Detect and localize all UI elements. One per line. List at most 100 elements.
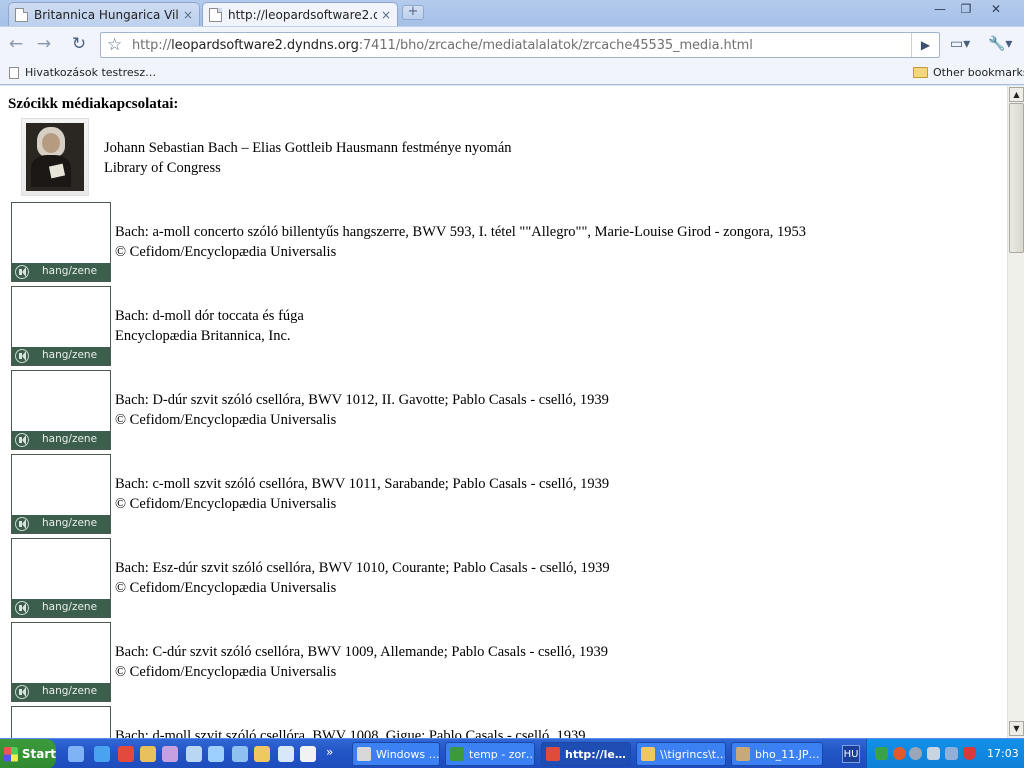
star-icon[interactable]: ☆ bbox=[107, 35, 122, 55]
speaker-icon bbox=[15, 349, 29, 363]
task-temp[interactable]: temp - zor… bbox=[445, 742, 535, 766]
vertical-scrollbar[interactable]: ▲ ▼ bbox=[1007, 86, 1024, 738]
windows-flag-icon bbox=[4, 746, 18, 762]
ie-icon[interactable] bbox=[94, 746, 110, 762]
task-image[interactable]: bho_11.JP… bbox=[731, 742, 823, 766]
speaker-icon bbox=[15, 265, 29, 279]
tray-icon[interactable] bbox=[909, 747, 922, 760]
audio-thumbnail[interactable]: hang/zene bbox=[11, 454, 111, 534]
media-row: hang/zene Bach: C-dúr szvit szóló cselló… bbox=[11, 622, 991, 702]
browser-toolbar: ← → ↻ ☆ http://leopardsoftware2.dyndns.o… bbox=[0, 26, 1024, 62]
media-row: hang/zene Bach: d-moll dór toccata és fú… bbox=[11, 286, 991, 366]
tray-icon[interactable] bbox=[875, 747, 888, 760]
media-title: Bach: c-moll szvit szóló csellóra, BWV 1… bbox=[115, 476, 610, 492]
bookmarks-bar: Hivatkozások testresz… Other bookmarks bbox=[0, 62, 1024, 85]
media-title: Bach: C-dúr szvit szóló csellóra, BWV 10… bbox=[115, 644, 609, 660]
media-source: Encyclopædia Britannica, Inc. bbox=[115, 328, 291, 344]
page-content: Szócikk médiakapcsolatai: Johann Sebasti… bbox=[0, 86, 1007, 738]
media-row: hang/zene Bach: Esz-dúr szvit szóló csel… bbox=[11, 538, 991, 618]
new-tab-button[interactable]: + bbox=[402, 5, 424, 20]
quicklaunch-icon[interactable] bbox=[162, 746, 178, 762]
chrome-icon[interactable] bbox=[118, 746, 134, 762]
tab-title: Britannica Hungarica Világe… bbox=[34, 7, 179, 22]
scroll-up-icon[interactable]: ▲ bbox=[1009, 87, 1024, 102]
media-caption: Johann Sebastian Bach – Elias Gottleib H… bbox=[104, 138, 512, 178]
chevron-right-icon[interactable]: » bbox=[326, 745, 342, 761]
quicklaunch-icon[interactable] bbox=[278, 746, 294, 762]
restore-button[interactable]: ❐ bbox=[953, 1, 979, 18]
other-bookmarks[interactable]: Other bookmarks bbox=[913, 66, 1024, 79]
page-menu-icon[interactable]: ▭▾ bbox=[950, 36, 970, 52]
media-title: Bach: D-dúr szvit szóló csellóra, BWV 10… bbox=[115, 392, 609, 408]
go-icon[interactable]: ▶ bbox=[911, 33, 939, 57]
media-source: © Cefidom/Encyclopædia Universalis bbox=[115, 496, 337, 512]
quicklaunch-icon[interactable] bbox=[186, 746, 202, 762]
page-icon bbox=[209, 8, 222, 22]
tray-icon[interactable] bbox=[893, 747, 906, 760]
audio-thumbnail[interactable]: hang/zene bbox=[11, 286, 111, 366]
back-button[interactable]: ← bbox=[4, 33, 28, 57]
task-chrome[interactable]: http://le… bbox=[541, 742, 631, 766]
quicklaunch-icon[interactable] bbox=[208, 746, 224, 762]
quicklaunch-icon[interactable] bbox=[68, 746, 84, 762]
audio-thumbnail[interactable]: hang/zene bbox=[11, 706, 111, 738]
close-icon[interactable]: × bbox=[183, 8, 193, 22]
address-bar[interactable]: ☆ http://leopardsoftware2.dyndns.org:741… bbox=[100, 32, 940, 58]
explorer-icon[interactable] bbox=[140, 746, 156, 762]
media-row: hang/zene Bach: d-moll szvit szóló csell… bbox=[11, 706, 991, 738]
speaker-icon bbox=[15, 433, 29, 447]
media-source: © Cefidom/Encyclopædia Universalis bbox=[115, 580, 337, 596]
page-icon bbox=[9, 66, 19, 79]
speaker-icon bbox=[15, 517, 29, 531]
tray-icon[interactable] bbox=[945, 747, 958, 760]
page-icon bbox=[15, 7, 28, 22]
audio-thumbnail[interactable]: hang/zene bbox=[11, 202, 111, 282]
media-title: Bach: Esz-dúr szvit szóló csellóra, BWV … bbox=[115, 560, 610, 576]
tab-title: http://leopardsoftware2.d… bbox=[228, 8, 377, 22]
speaker-icon bbox=[15, 685, 29, 699]
close-icon[interactable]: × bbox=[381, 8, 391, 22]
bookmark-customize-links[interactable]: Hivatkozások testresz… bbox=[9, 66, 156, 79]
audio-thumbnail[interactable]: hang/zene bbox=[11, 622, 111, 702]
bach-portrait-thumbnail[interactable] bbox=[21, 118, 89, 196]
windows-taskbar: Start » Windows … temp - zor… http://le…… bbox=[0, 738, 1024, 768]
media-row: hang/zene Bach: D-dúr szvit szóló cselló… bbox=[11, 370, 991, 450]
task-windows[interactable]: Windows … bbox=[352, 742, 440, 766]
media-source: © Cefidom/Encyclopædia Universalis bbox=[115, 664, 337, 680]
clock: 17:03 bbox=[987, 747, 1019, 760]
media-source: © Cefidom/Encyclopædia Universalis bbox=[115, 244, 337, 260]
tab-media-page[interactable]: http://leopardsoftware2.d… × bbox=[202, 2, 398, 27]
quicklaunch-icon[interactable] bbox=[300, 746, 316, 762]
language-indicator[interactable]: HU bbox=[842, 745, 860, 763]
media-title: Bach: d-moll szvit szóló csellóra, BWV 1… bbox=[115, 728, 586, 738]
media-title: Johann Sebastian Bach – Elias Gottleib H… bbox=[104, 140, 512, 156]
url-text[interactable]: http://leopardsoftware2.dyndns.org:7411/… bbox=[132, 38, 753, 53]
wrench-icon[interactable]: 🔧▾ bbox=[988, 36, 1012, 52]
forward-button[interactable]: → bbox=[32, 33, 56, 57]
reload-button[interactable]: ↻ bbox=[67, 33, 91, 57]
task-folder[interactable]: \\tigrincs\t… bbox=[636, 742, 726, 766]
tab-strip: Britannica Hungarica Világe… × http://le… bbox=[0, 0, 1024, 27]
tab-britannica[interactable]: Britannica Hungarica Világe… × bbox=[8, 2, 200, 26]
start-button[interactable]: Start bbox=[0, 739, 56, 768]
media-row: hang/zene Bach: c-moll szvit szóló csell… bbox=[11, 454, 991, 534]
speaker-icon bbox=[15, 601, 29, 615]
system-tray: 17:03 bbox=[866, 739, 1024, 768]
folder-icon bbox=[913, 67, 928, 78]
close-window-button[interactable]: ✕ bbox=[983, 1, 1009, 18]
media-title: Bach: d-moll dór toccata és fúga bbox=[115, 308, 304, 324]
media-source: Library of Congress bbox=[104, 160, 221, 176]
quicklaunch-icon[interactable] bbox=[232, 746, 248, 762]
audio-thumbnail[interactable]: hang/zene bbox=[11, 370, 111, 450]
scroll-down-icon[interactable]: ▼ bbox=[1009, 721, 1024, 736]
shield-icon[interactable] bbox=[963, 747, 976, 760]
folder-icon[interactable] bbox=[254, 746, 270, 762]
minimize-button[interactable]: — bbox=[927, 1, 953, 18]
tray-icon[interactable] bbox=[927, 747, 940, 760]
media-source: © Cefidom/Encyclopædia Universalis bbox=[115, 412, 337, 428]
media-row: hang/zene Bach: a-moll concerto szóló bi… bbox=[11, 202, 991, 282]
page-title: Szócikk médiakapcsolatai: bbox=[8, 96, 179, 112]
audio-thumbnail[interactable]: hang/zene bbox=[11, 538, 111, 618]
media-title: Bach: a-moll concerto szóló billentyűs h… bbox=[115, 224, 807, 240]
scrollbar-thumb[interactable] bbox=[1009, 103, 1024, 253]
